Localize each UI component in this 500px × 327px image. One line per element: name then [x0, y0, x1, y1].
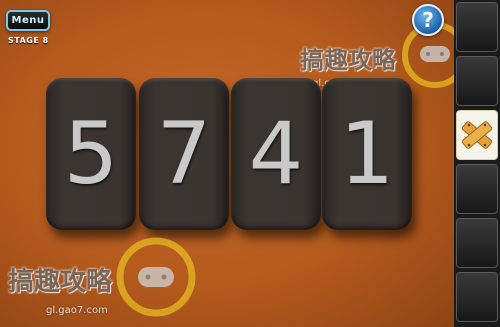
inventory-slot-4[interactable] [456, 164, 498, 214]
watermark-text: 搞趣攻略 [300, 46, 396, 74]
inventory-panel [454, 0, 500, 327]
code-digit: 5 [63, 104, 119, 204]
code-digit: 7 [156, 104, 212, 204]
game-scene: Menu STAGE 8 搞趣攻略 gl.gao7.com 5 7 4 1 搞趣… [0, 0, 468, 327]
gamepad-logo-icon [116, 237, 196, 317]
inventory-slot-1[interactable] [456, 2, 498, 52]
watermark-bottom: 搞趣攻略 gl.gao7.com [2, 235, 202, 325]
help-button[interactable]: ? [412, 4, 444, 36]
watermark-text: 搞趣攻略 [8, 267, 113, 297]
watermark-url: gl.gao7.com [46, 305, 108, 316]
code-digit: 4 [248, 104, 304, 204]
inventory-slot-6[interactable] [456, 272, 498, 322]
menu-button[interactable]: Menu [6, 10, 50, 31]
inventory-slot-5[interactable] [456, 218, 498, 268]
crossed-planks-icon [461, 121, 493, 149]
code-digit: 1 [339, 104, 395, 204]
code-dial-1[interactable]: 5 [46, 78, 136, 230]
help-button-label: ? [422, 8, 434, 32]
code-dial-2[interactable]: 7 [139, 78, 229, 230]
inventory-slot-3[interactable] [456, 110, 498, 160]
stage-label: STAGE 8 [8, 36, 49, 45]
code-dial-4[interactable]: 1 [322, 78, 412, 230]
code-dial-3[interactable]: 4 [231, 78, 321, 230]
inventory-slot-2[interactable] [456, 56, 498, 106]
menu-button-label: Menu [11, 15, 45, 26]
